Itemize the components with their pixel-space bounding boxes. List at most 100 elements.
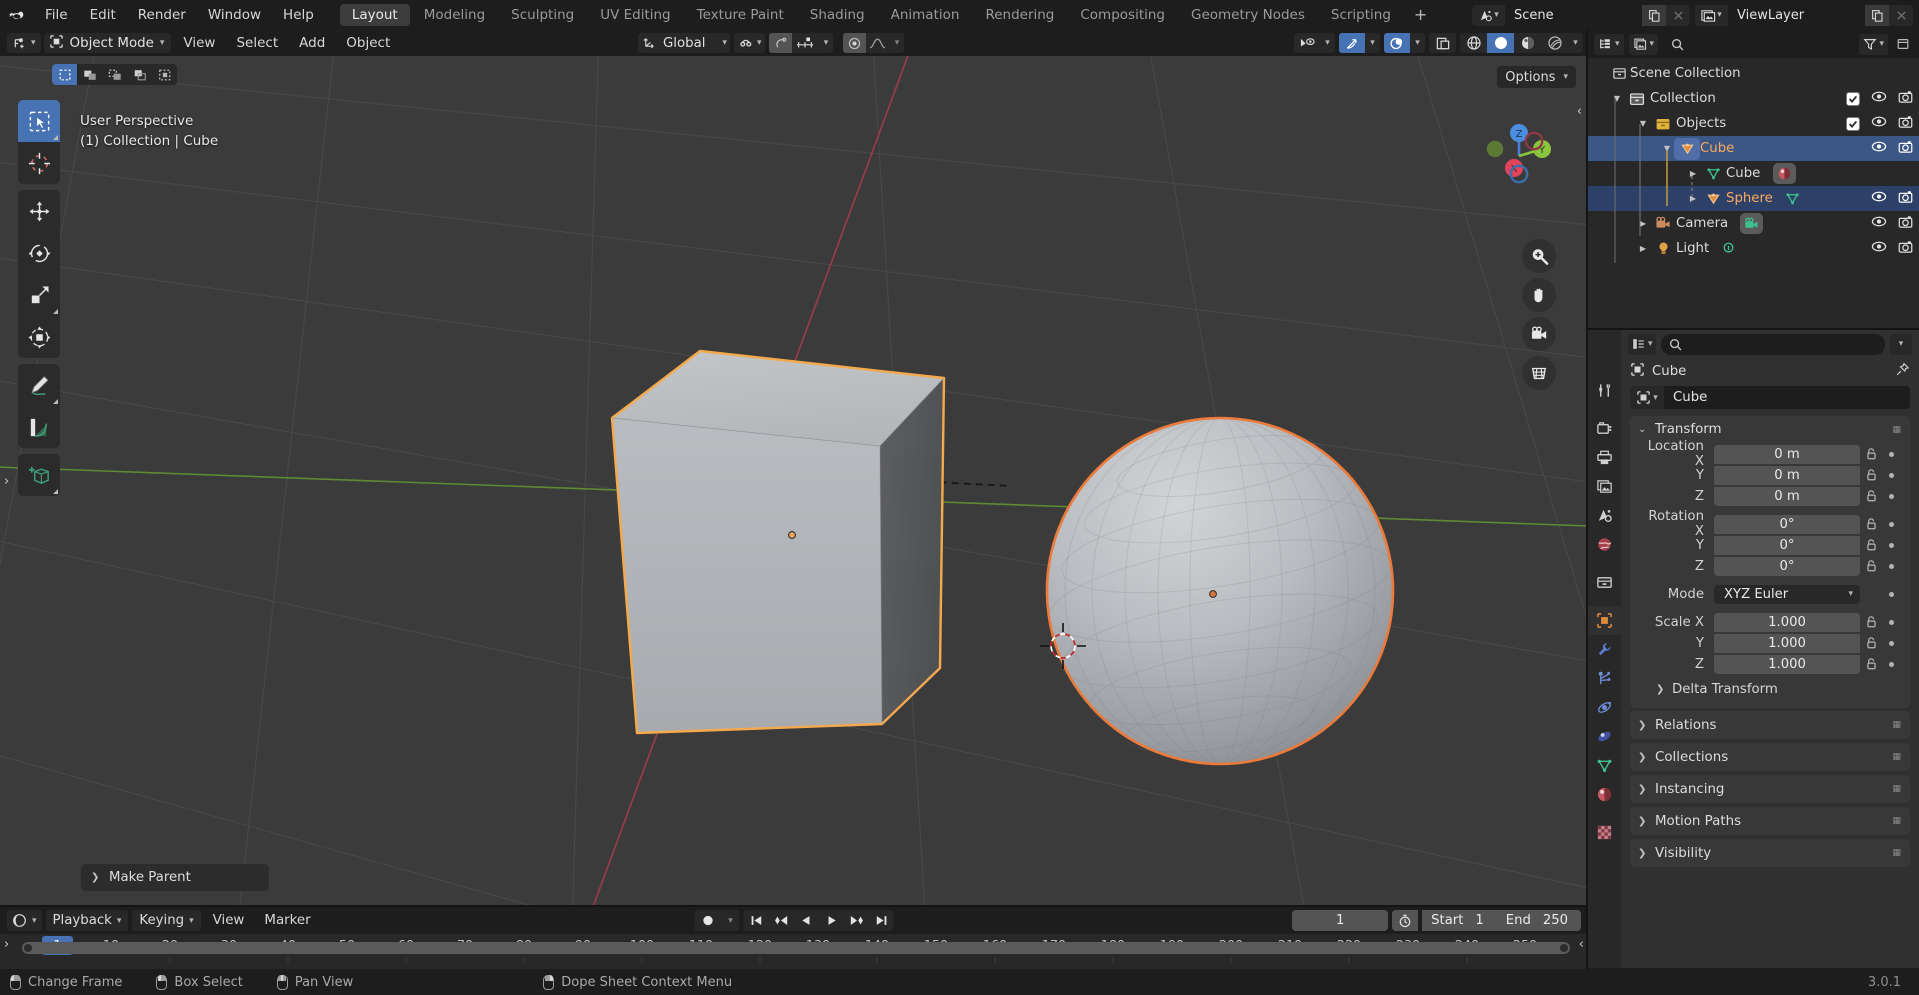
rotation-x-animate-button[interactable] bbox=[1882, 521, 1900, 527]
location-x-animate-button[interactable] bbox=[1882, 451, 1900, 457]
pin-id-icon[interactable] bbox=[1895, 362, 1910, 381]
keying-dropdown[interactable]: Keying ▾ bbox=[132, 910, 201, 931]
timeline-channels-toggle-icon[interactable]: › bbox=[4, 937, 9, 952]
tweak-select-icon[interactable] bbox=[52, 64, 77, 85]
camera-data-icon[interactable] bbox=[1740, 213, 1764, 234]
rotation-x-lock-icon[interactable] bbox=[1860, 517, 1882, 531]
xray-icon[interactable] bbox=[1429, 33, 1456, 53]
location-y-input[interactable]: 0 m bbox=[1714, 465, 1860, 485]
outliner-row-object-cube[interactable]: ▼ Cube bbox=[1588, 136, 1919, 161]
viewport-menu-add[interactable]: Add bbox=[290, 32, 334, 54]
properties-tab-material[interactable] bbox=[1588, 780, 1621, 809]
camera-render-icon[interactable] bbox=[1898, 90, 1913, 108]
select-lasso-icon[interactable] bbox=[127, 64, 152, 85]
rotation-z-lock-icon[interactable] bbox=[1860, 559, 1882, 573]
object-name-field[interactable]: ▾ Cube bbox=[1630, 386, 1910, 409]
overlays-dropdown[interactable]: ▾ bbox=[1410, 33, 1425, 53]
next-keyframe-icon[interactable] bbox=[844, 910, 869, 931]
properties-tab-output[interactable] bbox=[1588, 443, 1621, 472]
interaction-mode-dropdown[interactable]: Object Mode ▾ bbox=[43, 33, 172, 53]
select-circle-icon[interactable] bbox=[102, 64, 127, 85]
eye-icon[interactable] bbox=[1871, 115, 1887, 132]
auto-key-dropdown[interactable]: ▾ bbox=[722, 916, 740, 926]
rotation-mode-animate-button[interactable] bbox=[1882, 591, 1900, 597]
camera-render-icon[interactable] bbox=[1898, 190, 1913, 208]
timeline-menu-view[interactable]: View bbox=[205, 910, 253, 932]
shading-rendered-icon[interactable] bbox=[1541, 33, 1568, 53]
workspace-tab-animation[interactable]: Animation bbox=[879, 4, 972, 26]
eye-icon[interactable] bbox=[1871, 140, 1887, 157]
menu-window[interactable]: Window bbox=[197, 0, 272, 30]
properties-options-dropdown[interactable]: ▾ bbox=[1890, 333, 1912, 355]
shading-wireframe-icon[interactable] bbox=[1460, 33, 1487, 53]
outliner-row-object-camera[interactable]: ▶ Camera bbox=[1588, 211, 1919, 236]
properties-editor-icon[interactable]: ▾ bbox=[1628, 333, 1656, 355]
properties-tab-world[interactable] bbox=[1588, 530, 1621, 559]
timeline-editor-type-icon[interactable]: ▾ bbox=[7, 910, 42, 931]
workspace-tab-uv-editing[interactable]: UV Editing bbox=[588, 4, 682, 26]
outliner-filter-id-icon[interactable]: ▾ bbox=[1628, 33, 1659, 55]
workspace-tab-sculpting[interactable]: Sculpting bbox=[499, 4, 586, 26]
rotation-mode-dropdown[interactable]: XYZ Euler ▾ bbox=[1714, 584, 1860, 604]
play-reverse-icon[interactable] bbox=[794, 910, 819, 931]
outliner-row-mesh-cube[interactable]: ▶ Cube bbox=[1588, 161, 1919, 186]
show-hide-icon[interactable] bbox=[1294, 33, 1320, 53]
shading-solid-icon[interactable] bbox=[1487, 33, 1514, 53]
menu-file[interactable]: File bbox=[34, 0, 79, 30]
rotation-y-lock-icon[interactable] bbox=[1860, 538, 1882, 552]
scale-tool[interactable] bbox=[18, 274, 60, 316]
light-data-icon[interactable] bbox=[1721, 241, 1736, 256]
eye-icon[interactable] bbox=[1871, 215, 1887, 232]
workspace-tab-texture-paint[interactable]: Texture Paint bbox=[685, 4, 796, 26]
navigation-gizmo[interactable]: Z Y X bbox=[1474, 111, 1564, 201]
record-keyframe-icon[interactable] bbox=[695, 914, 722, 927]
unlink-scene-button[interactable] bbox=[1666, 4, 1690, 26]
shading-dropdown[interactable]: ▾ bbox=[1568, 33, 1583, 53]
3d-viewport[interactable]: User Perspective (1) Collection | Cube O… bbox=[0, 56, 1588, 907]
properties-tab-render[interactable] bbox=[1588, 414, 1621, 443]
properties-tab-particles[interactable] bbox=[1588, 664, 1621, 693]
timeline-horizontal-scrollbar[interactable] bbox=[22, 942, 1570, 954]
ortho-persp-icon[interactable] bbox=[1522, 356, 1556, 390]
workspace-tab-rendering[interactable]: Rendering bbox=[973, 4, 1066, 26]
select-intersect-icon[interactable] bbox=[152, 64, 177, 85]
current-frame-input[interactable]: 1 bbox=[1292, 910, 1389, 931]
rotation-z-animate-button[interactable] bbox=[1882, 563, 1900, 569]
disclosure-triangle-right-icon[interactable]: ▶ bbox=[1636, 244, 1650, 253]
camera-render-icon[interactable] bbox=[1898, 240, 1913, 258]
add-cube-tool[interactable] bbox=[18, 454, 60, 496]
disclosure-triangle-down-icon[interactable]: ▼ bbox=[1660, 144, 1674, 153]
scale-x-input[interactable]: 1.000 bbox=[1714, 612, 1860, 632]
gizmo-icon[interactable] bbox=[1339, 33, 1365, 53]
rotate-tool[interactable] bbox=[18, 232, 60, 274]
scene-name[interactable]: Scene bbox=[1506, 4, 1642, 26]
location-y-lock-icon[interactable] bbox=[1860, 468, 1882, 482]
location-y-animate-button[interactable] bbox=[1882, 472, 1900, 478]
workspace-tab-shading[interactable]: Shading bbox=[798, 4, 877, 26]
properties-tab-scene[interactable] bbox=[1588, 501, 1621, 530]
new-scene-button[interactable] bbox=[1642, 4, 1666, 26]
properties-tab-modifiers[interactable] bbox=[1588, 635, 1621, 664]
eye-icon[interactable] bbox=[1871, 240, 1887, 257]
eye-icon[interactable] bbox=[1871, 190, 1887, 207]
viewport-menu-select[interactable]: Select bbox=[227, 32, 287, 54]
select-box-icon[interactable] bbox=[77, 64, 102, 85]
visibility-dropdown[interactable]: ▾ bbox=[1320, 33, 1335, 53]
transform-orientation-dropdown[interactable]: Global ▾ bbox=[638, 33, 730, 53]
properties-search-input[interactable] bbox=[1660, 333, 1885, 355]
pivot-median-icon[interactable] bbox=[843, 33, 867, 53]
rotation-y-animate-button[interactable] bbox=[1882, 542, 1900, 548]
scale-z-lock-icon[interactable] bbox=[1860, 657, 1882, 671]
use-preview-range-icon[interactable] bbox=[1392, 910, 1419, 931]
tweak-tool[interactable] bbox=[18, 100, 60, 142]
scrollbar-handle-left[interactable] bbox=[24, 944, 32, 952]
editor-separator-vertical[interactable] bbox=[1586, 30, 1588, 969]
properties-tab-data[interactable] bbox=[1588, 751, 1621, 780]
visibility-panel-header[interactable]: ❯ Visibility ▦ bbox=[1630, 839, 1910, 867]
workspace-tab-geometry-nodes[interactable]: Geometry Nodes bbox=[1179, 4, 1317, 26]
blender-logo-icon[interactable] bbox=[0, 0, 34, 30]
menu-render[interactable]: Render bbox=[127, 0, 197, 30]
camera-render-icon[interactable] bbox=[1898, 215, 1913, 233]
outliner-row-object-light[interactable]: ▶ Light bbox=[1588, 236, 1919, 261]
new-viewlayer-button[interactable] bbox=[1865, 4, 1889, 26]
